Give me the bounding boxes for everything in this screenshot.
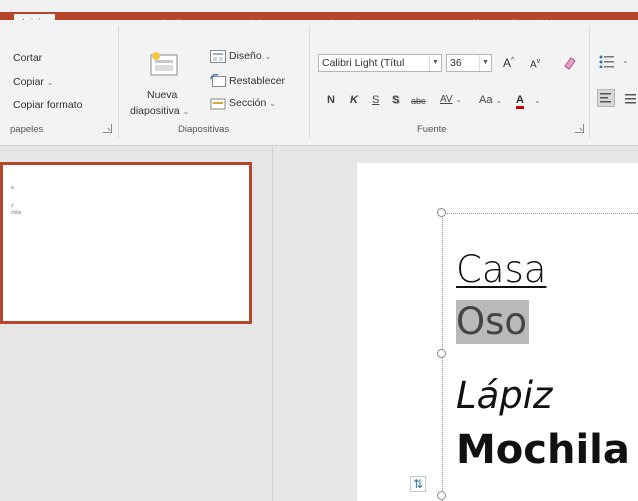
chevron-down-icon[interactable]: ⌄ <box>622 56 629 65</box>
group-separator <box>589 26 590 138</box>
char-spacing-button[interactable]: AV ⌄ <box>440 94 462 105</box>
chevron-down-icon: ⌄ <box>264 52 272 61</box>
grow-font-button[interactable]: A^ <box>503 56 514 70</box>
font-color-button[interactable]: A <box>516 94 524 109</box>
section-button[interactable]: Sección ⌄ <box>229 97 276 109</box>
bullets-icon[interactable] <box>598 54 618 68</box>
thumbnail-text: z <box>11 203 14 209</box>
font-group-label: Fuente <box>417 124 447 135</box>
cut-button[interactable]: Cortar <box>13 52 42 64</box>
font-name-combo[interactable]: Calibri Light (Títul ▼ <box>318 54 442 72</box>
font-color-dropdown[interactable]: ⌄ <box>534 94 541 106</box>
chevron-down-icon: ⌄ <box>455 95 463 104</box>
slide-word-oso[interactable]: Oso <box>456 300 530 344</box>
underline-button[interactable]: S <box>372 94 379 106</box>
thumbnail-text: a <box>11 185 14 191</box>
chevron-down-icon: ⌄ <box>182 107 190 116</box>
resize-handle[interactable] <box>437 491 446 500</box>
resize-handle[interactable] <box>437 208 446 217</box>
slide-thumbnail[interactable]: a z chila <box>0 162 252 324</box>
thumbnail-text: chila <box>11 210 22 216</box>
layout-button[interactable]: Diseño ⌄ <box>229 50 271 62</box>
reset-button[interactable]: Restablecer <box>229 75 285 87</box>
slide-word-casa[interactable]: Casa <box>456 248 546 292</box>
ribbon: Cortar Copiar ⌄ Copiar formato papeles N… <box>0 20 638 146</box>
slide-word-mochila[interactable]: Mochila <box>456 428 630 472</box>
group-separator <box>118 26 119 138</box>
reset-icon <box>210 74 226 87</box>
layout-icon <box>210 50 226 63</box>
chevron-down-icon: ⌄ <box>495 96 503 105</box>
copy-button[interactable]: Copiar ⌄ <box>13 76 54 88</box>
align-left-icon[interactable] <box>597 89 615 107</box>
bold-button[interactable]: N <box>327 94 335 106</box>
copy-format-button[interactable]: Copiar formato <box>13 99 82 111</box>
clear-format-icon[interactable] <box>562 56 576 70</box>
autofit-options-icon[interactable]: ⇅ <box>410 476 426 492</box>
shadow-button[interactable]: S <box>392 94 399 106</box>
new-slide-icon[interactable] <box>150 52 180 78</box>
slides-group-label: Diapositivas <box>178 124 230 135</box>
chevron-down-icon: ▼ <box>429 55 441 71</box>
font-launcher-icon[interactable] <box>575 124 584 133</box>
chevron-down-icon: ▼ <box>479 55 491 71</box>
align-center-icon[interactable] <box>624 93 638 105</box>
group-separator <box>309 26 310 138</box>
strikethrough-button[interactable]: abc <box>411 96 426 106</box>
new-slide-label-1[interactable]: Nueva <box>147 89 177 101</box>
chevron-down-icon: ⌄ <box>534 96 541 105</box>
shrink-font-button[interactable]: Av <box>530 58 540 70</box>
resize-handle[interactable] <box>437 349 446 358</box>
change-case-button[interactable]: Aa ⌄ <box>479 94 502 106</box>
section-icon <box>210 98 226 110</box>
chevron-down-icon: ⌄ <box>269 99 276 108</box>
slide-word-lapiz[interactable]: Lápiz <box>456 374 552 418</box>
clipboard-group-label: papeles <box>10 124 44 135</box>
clipboard-launcher-icon[interactable] <box>103 124 112 133</box>
italic-button[interactable]: K <box>350 94 358 106</box>
chevron-down-icon: ⌄ <box>46 78 54 87</box>
new-slide-label-2[interactable]: diapositiva ⌄ <box>130 105 189 117</box>
font-size-combo[interactable]: 36 ▼ <box>446 54 492 72</box>
